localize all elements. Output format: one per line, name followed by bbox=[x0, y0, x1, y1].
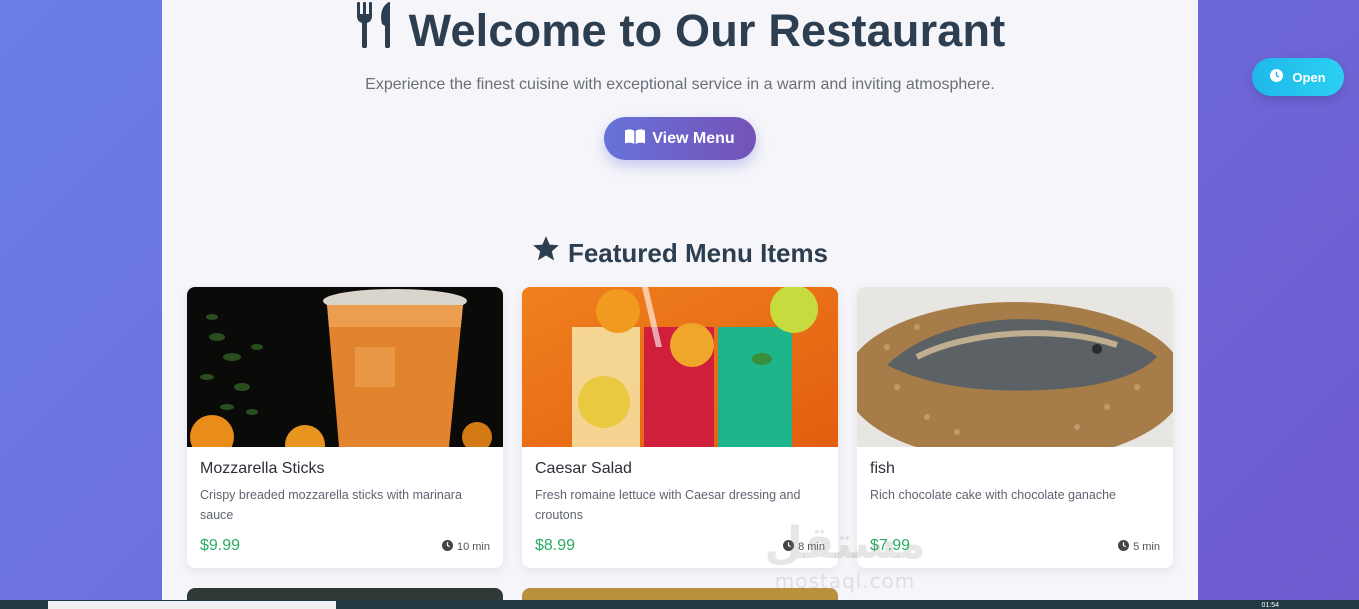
utensils-icon bbox=[355, 2, 397, 59]
featured-section-title: Featured Menu Items bbox=[162, 236, 1198, 270]
menu-item-price: $9.99 bbox=[200, 537, 241, 554]
main-content-card: Welcome to Our Restaurant Experience the… bbox=[162, 0, 1198, 609]
clock-icon bbox=[1270, 69, 1284, 85]
hero-subtitle: Experience the finest cuisine with excep… bbox=[365, 76, 995, 93]
open-status-badge[interactable]: Open bbox=[1252, 58, 1344, 96]
book-open-icon bbox=[625, 128, 646, 149]
clock-icon bbox=[441, 540, 453, 554]
hero-title: Welcome to Our Restaurant bbox=[162, 2, 1198, 59]
menu-item-prep-time: 5 min bbox=[1118, 540, 1160, 554]
view-menu-label: View Menu bbox=[652, 129, 735, 147]
menu-item-time-text: 5 min bbox=[1133, 541, 1160, 553]
menu-item-image bbox=[522, 287, 838, 447]
menu-item-description: Crispy breaded mozzarella sticks with ma… bbox=[200, 488, 462, 522]
menu-item-name: Mozzarella Sticks bbox=[200, 460, 325, 477]
taskbar-clock: 01:54 bbox=[1261, 602, 1279, 609]
menu-item-card[interactable]: Mozzarella Sticks Crispy breaded mozzare… bbox=[187, 287, 503, 568]
view-menu-button[interactable]: View Menu bbox=[604, 117, 756, 160]
featured-title-text: Featured Menu Items bbox=[567, 237, 829, 268]
menu-item-time-text: 10 min bbox=[456, 541, 490, 553]
star-icon bbox=[532, 236, 560, 270]
menu-item-image bbox=[187, 287, 503, 447]
menu-item-description: Rich chocolate cake with chocolate ganac… bbox=[870, 488, 1116, 502]
taskbar-search-box[interactable] bbox=[48, 601, 336, 609]
watermark-logo: مستقل mostaql.com bbox=[764, 518, 926, 593]
menu-item-price: $8.99 bbox=[535, 537, 576, 554]
hero-title-text: Welcome to Our Restaurant bbox=[408, 4, 1006, 56]
menu-item-name: fish bbox=[870, 460, 895, 477]
menu-item-name: Caesar Salad bbox=[535, 460, 632, 477]
menu-item-prep-time: 10 min bbox=[441, 540, 490, 554]
clock-icon bbox=[1118, 540, 1130, 554]
open-status-label: Open bbox=[1292, 69, 1326, 85]
menu-item-image bbox=[857, 287, 1173, 447]
